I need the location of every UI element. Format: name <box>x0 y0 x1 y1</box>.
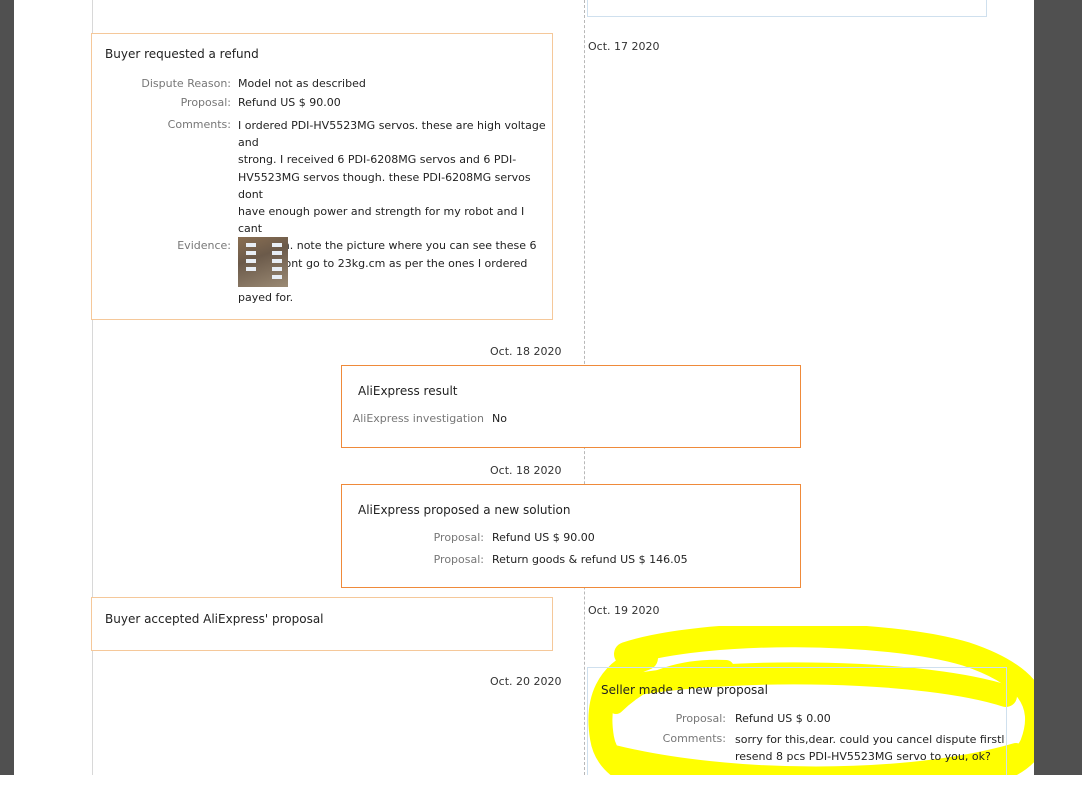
aliexpress-proposal-card: AliExpress proposed a new solution Propo… <box>341 484 801 588</box>
investigation-label: AliExpress investigation <box>352 412 484 425</box>
aliexpress-result-card: AliExpress result AliExpress investigati… <box>341 365 801 448</box>
proposal-label: Proposal: <box>180 96 231 109</box>
dispute-reason-label: Dispute Reason: <box>141 77 231 90</box>
viewer-left-gutter <box>0 0 14 775</box>
card-title: Buyer accepted AliExpress' proposal <box>105 612 324 626</box>
evidence-image-thumbnail[interactable] <box>238 237 288 287</box>
comment-line: HV5523MG servos though. these PDI-6208MG… <box>238 170 531 201</box>
event-date: Oct. 18 2020 <box>490 464 562 477</box>
previous-event-card <box>587 0 987 17</box>
event-date: Oct. 17 2020 <box>588 40 660 53</box>
event-date: Oct. 18 2020 <box>490 345 562 358</box>
comments-label: Comments: <box>167 118 231 131</box>
comment-line: sorry for this,dear. could you cancel di… <box>735 733 1005 746</box>
evidence-label: Evidence: <box>177 239 231 252</box>
card-title: AliExpress result <box>358 384 458 398</box>
dispute-reason-value: Model not as described <box>238 77 366 90</box>
proposal-value: Return goods & refund US $ 146.05 <box>492 553 688 566</box>
proposal-label: Proposal: <box>433 553 484 566</box>
proposal-label: Proposal: <box>433 531 484 544</box>
card-title: Buyer requested a refund <box>105 47 259 61</box>
comments-label: Comments: <box>662 732 726 745</box>
proposal-value: Refund US $ 0.00 <box>735 712 831 725</box>
buyer-accepted-card: Buyer accepted AliExpress' proposal <box>91 597 553 651</box>
event-date: Oct. 19 2020 <box>588 604 660 617</box>
investigation-value: No <box>492 412 507 425</box>
proposal-value: Refund US $ 90.00 <box>492 531 595 544</box>
comment-line: resend 8 pcs PDI-HV5523MG servo to you, … <box>735 750 991 763</box>
comment-line: payed for. <box>238 291 294 305</box>
viewer-right-gutter <box>1034 0 1082 775</box>
dispute-history-page: Buyer requested a refund Dispute Reason:… <box>14 0 1034 775</box>
buyer-refund-request-card: Buyer requested a refund Dispute Reason:… <box>91 33 553 320</box>
proposal-value: Refund US $ 90.00 <box>238 96 341 109</box>
comment-line: strong. I received 6 PDI-6208MG servos a… <box>238 153 517 167</box>
proposal-label: Proposal: <box>675 712 726 725</box>
comment-line: I ordered PDI-HV5523MG servos. these are… <box>238 119 546 150</box>
comment-line: have enough power and strength for my ro… <box>238 205 525 236</box>
seller-proposal-card: Seller made a new proposal Proposal: Ref… <box>587 667 1007 775</box>
viewer-bottom-strip <box>0 775 1082 797</box>
card-title: AliExpress proposed a new solution <box>358 503 571 517</box>
event-date: Oct. 20 2020 <box>490 675 562 688</box>
comments-text: sorry for this,dear. could you cancel di… <box>735 731 1005 765</box>
card-title: Seller made a new proposal <box>601 683 768 697</box>
